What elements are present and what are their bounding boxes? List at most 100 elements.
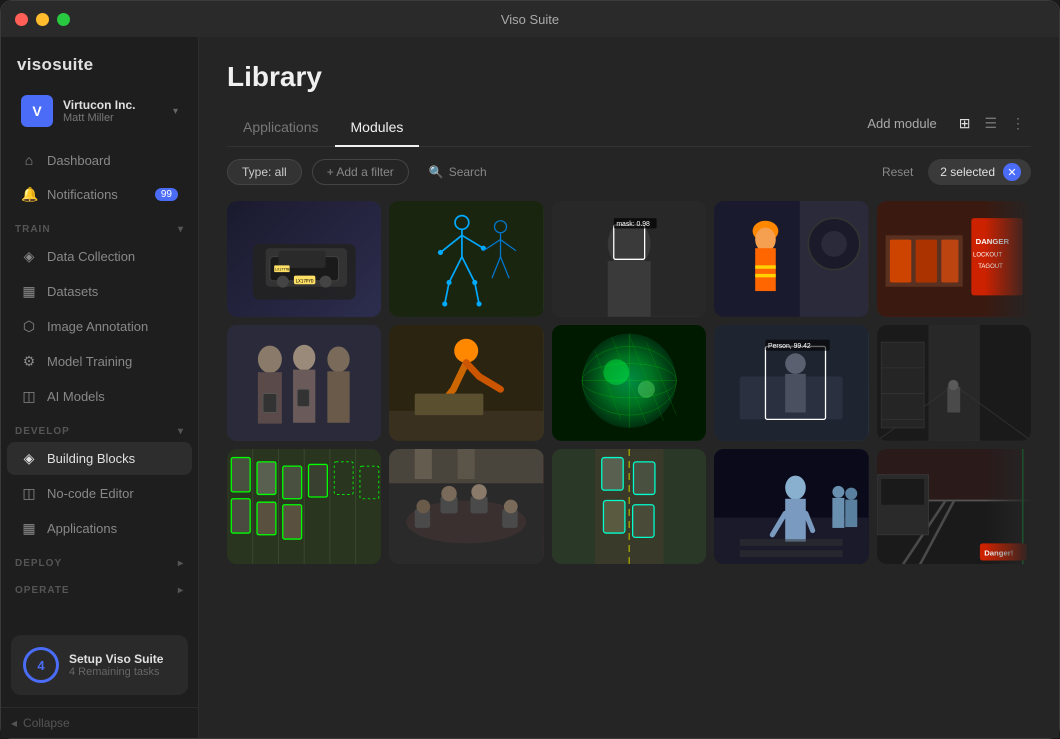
section-toggle-train[interactable]: ▾	[178, 224, 184, 235]
grid-item-4[interactable]	[714, 201, 868, 317]
setup-progress-circle: 4	[23, 647, 59, 683]
setup-info: Setup Viso Suite 4 Remaining tasks	[69, 652, 176, 678]
page-header: Library Applications Modules Add module …	[199, 37, 1059, 147]
section-toggle-operate[interactable]: ▸	[178, 585, 184, 596]
collapse-icon: ◂	[11, 716, 17, 730]
notification-badge: 99	[155, 188, 178, 201]
tab-applications[interactable]: Applications	[227, 109, 335, 147]
traffic-lights	[15, 13, 70, 26]
grid-item-10[interactable]	[877, 325, 1031, 441]
editor-icon: ◫	[21, 485, 37, 502]
grid-item-11[interactable]	[227, 449, 381, 565]
datasets-icon: ▦	[21, 283, 37, 300]
image-lockout-tagout: DANGER LOCKOUT TAGOUT	[877, 201, 1031, 317]
tabs: Applications Modules	[227, 109, 419, 146]
grid-item-9[interactable]: Person, 99.42	[714, 325, 868, 441]
grid-item-2[interactable]	[389, 201, 543, 317]
grid-item-3[interactable]: mask: 0.98	[552, 201, 706, 317]
sidebar-item-label: AI Models	[47, 389, 105, 404]
add-filter-button[interactable]: + Add a filter	[312, 159, 409, 185]
section-toggle-develop[interactable]: ▾	[178, 426, 184, 437]
image-grid: LX17PYD LX17TTB	[227, 201, 1031, 564]
sidebar-item-label: Image Annotation	[47, 319, 148, 334]
training-icon: ⚙	[21, 353, 37, 370]
annotation-icon: ⬡	[21, 318, 37, 335]
sidebar-item-label: Data Collection	[47, 249, 135, 264]
type-filter[interactable]: Type: all	[227, 159, 302, 185]
sidebar-item-ai-models[interactable]: ◫ AI Models	[7, 380, 192, 413]
grid-item-7[interactable]	[389, 325, 543, 441]
user-menu[interactable]: V Virtucon Inc. Matt Miller ▾	[7, 87, 192, 135]
svg-text:Danger!: Danger!	[984, 548, 1013, 557]
user-email: Matt Miller	[63, 112, 163, 124]
applications-icon: ▦	[21, 520, 37, 537]
setup-card[interactable]: 4 Setup Viso Suite 4 Remaining tasks	[11, 635, 188, 695]
svg-text:Person, 99.42: Person, 99.42	[768, 343, 811, 350]
search-button[interactable]: 🔍 Search	[419, 160, 497, 184]
sidebar-item-building-blocks[interactable]: ◈ Building Blocks	[7, 442, 192, 475]
close-button[interactable]	[15, 13, 28, 26]
sidebar-item-model-training[interactable]: ⚙ Model Training	[7, 345, 192, 378]
sidebar-item-dashboard[interactable]: ⌂ Dashboard	[7, 144, 192, 176]
grid-item-6[interactable]	[227, 325, 381, 441]
image-pose-estimation	[389, 201, 543, 317]
sidebar: visosuite V Virtucon Inc. Matt Miller ▾ …	[1, 37, 199, 738]
clear-selection-button[interactable]: ✕	[1003, 163, 1021, 181]
main-content: Library Applications Modules Add module …	[199, 37, 1059, 738]
grid-item-8[interactable]	[552, 325, 706, 441]
grid-item-14[interactable]	[714, 449, 868, 565]
section-toggle-deploy[interactable]: ▸	[178, 558, 184, 569]
sidebar-item-label: Dashboard	[47, 153, 111, 168]
section-develop: DEVELOP ▾	[1, 414, 198, 441]
image-people-group	[227, 325, 381, 441]
reset-button[interactable]: Reset	[877, 160, 918, 184]
grid-item-15[interactable]: Danger!	[877, 449, 1031, 565]
grid-item-5[interactable]: DANGER LOCKOUT TAGOUT	[877, 201, 1031, 317]
setup-title: Setup Viso Suite	[69, 652, 176, 666]
maximize-button[interactable]	[57, 13, 70, 26]
sidebar-item-notifications[interactable]: 🔔 Notifications 99	[7, 178, 192, 211]
grid-item-13[interactable]	[552, 449, 706, 565]
sidebar-item-label: Notifications	[47, 187, 118, 202]
svg-text:TAGOUT: TAGOUT	[978, 264, 1003, 270]
grid-item-1[interactable]: LX17PYD LX17TTB	[227, 201, 381, 317]
more-options-button[interactable]: ⋮	[1005, 111, 1031, 136]
sidebar-item-no-code-editor[interactable]: ◫ No-code Editor	[7, 477, 192, 510]
tab-modules[interactable]: Modules	[335, 109, 420, 147]
titlebar: Viso Suite	[1, 1, 1059, 37]
sidebar-item-label: Building Blocks	[47, 451, 135, 466]
grid-container: LX17PYD LX17TTB	[199, 197, 1059, 738]
sidebar-item-label: Applications	[47, 521, 117, 536]
avatar: V	[21, 95, 53, 127]
blocks-icon: ◈	[21, 450, 37, 467]
filter-bar: Type: all + Add a filter 🔍 Search Reset …	[199, 147, 1059, 197]
image-worker-inspection	[389, 325, 543, 441]
sidebar-item-label: No-code Editor	[47, 486, 134, 501]
tab-actions: Add module ⊞ ☰ ⋮	[859, 111, 1031, 144]
sidebar-item-datasets[interactable]: ▦ Datasets	[7, 275, 192, 308]
grid-view-button[interactable]: ⊞	[953, 111, 977, 136]
image-car-detection: LX17PYD LX17TTB	[227, 201, 381, 317]
app-body: visosuite V Virtucon Inc. Matt Miller ▾ …	[1, 37, 1059, 738]
add-module-button[interactable]: Add module	[859, 112, 944, 135]
list-view-button[interactable]: ☰	[978, 111, 1003, 136]
section-operate: OPERATE ▸	[1, 573, 198, 600]
svg-text:LX17PYD: LX17PYD	[296, 278, 314, 284]
sidebar-collapse-bar[interactable]: ◂ Collapse	[1, 707, 198, 738]
collapse-label: Collapse	[23, 716, 70, 730]
svg-text:LOCKOUT: LOCKOUT	[973, 253, 1002, 259]
sidebar-item-applications[interactable]: ▦ Applications	[7, 512, 192, 545]
sidebar-item-data-collection[interactable]: ◈ Data Collection	[7, 240, 192, 273]
image-rail-safety: Danger!	[877, 449, 1031, 565]
setup-subtitle: 4 Remaining tasks	[69, 666, 176, 678]
image-person-detection: Person, 99.42	[714, 325, 868, 441]
section-train: TRAIN ▾	[1, 212, 198, 239]
grid-item-12[interactable]	[389, 449, 543, 565]
image-ppe-detection	[714, 201, 868, 317]
minimize-button[interactable]	[36, 13, 49, 26]
sidebar-logo: visosuite	[1, 37, 198, 87]
section-deploy: DEPLOY ▸	[1, 546, 198, 573]
sidebar-item-image-annotation[interactable]: ⬡ Image Annotation	[7, 310, 192, 343]
svg-text:DANGER: DANGER	[975, 237, 1009, 246]
svg-text:LX17TTB: LX17TTB	[275, 267, 289, 271]
